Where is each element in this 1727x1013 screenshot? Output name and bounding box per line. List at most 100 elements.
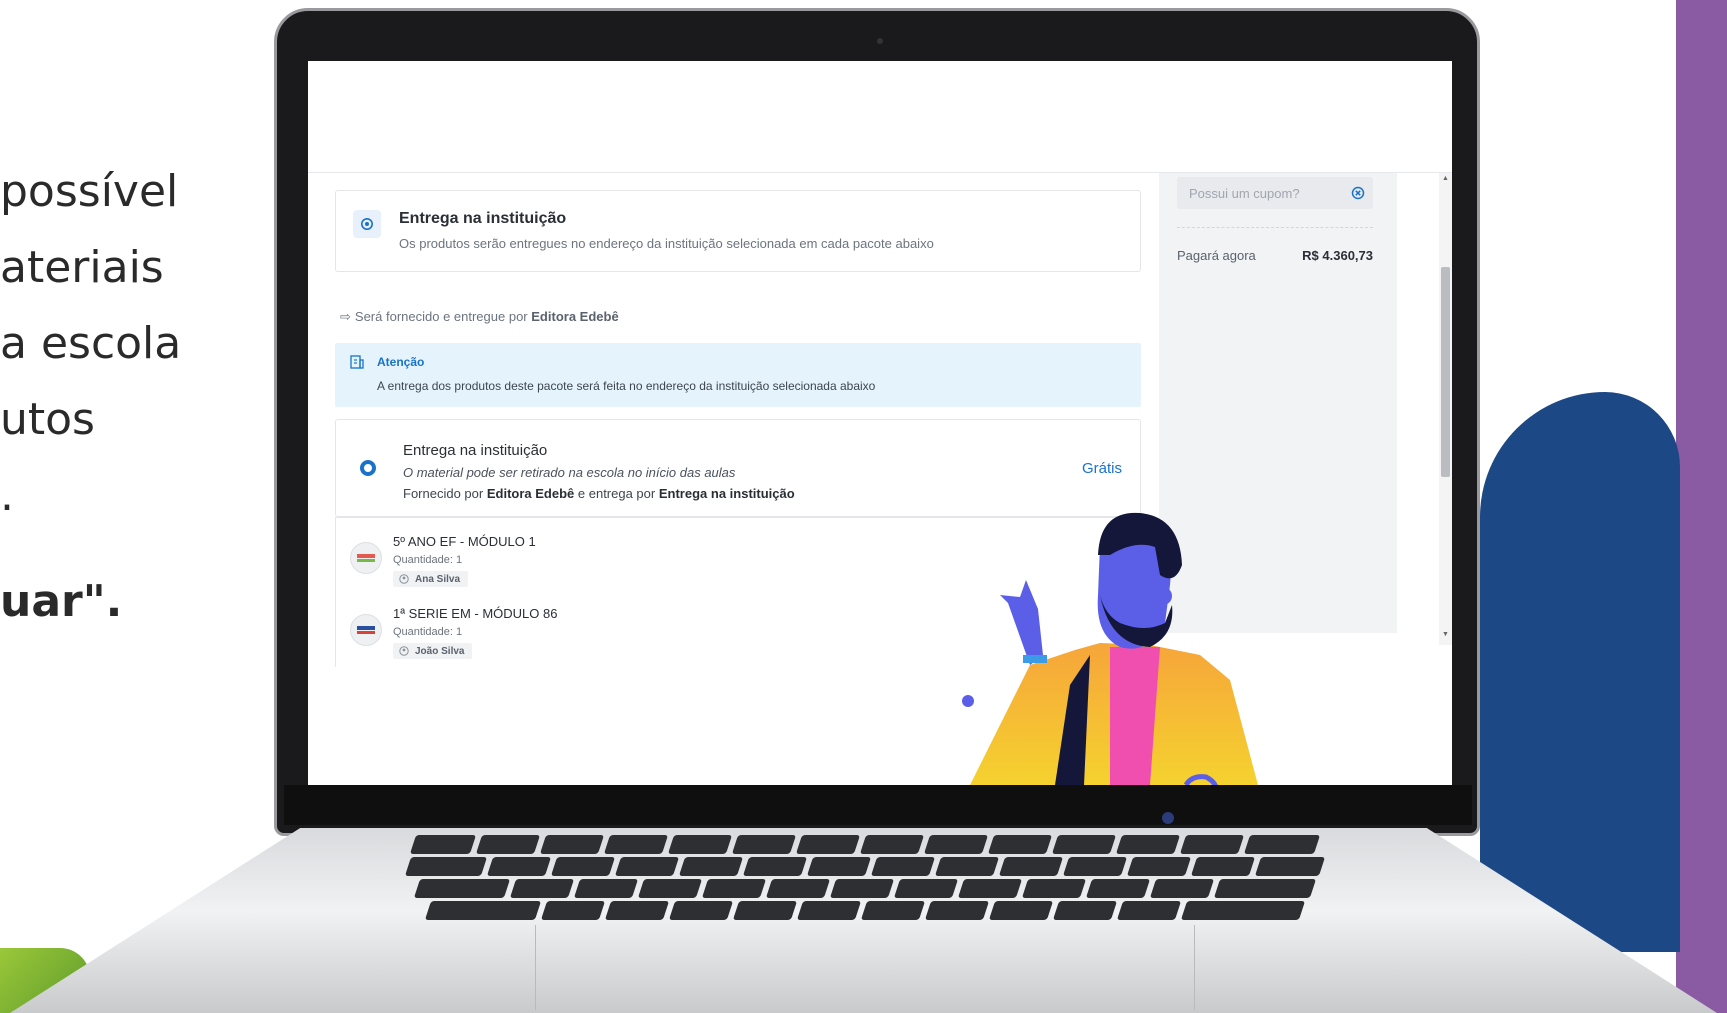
item-quantity: Quantidade: 1 xyxy=(393,626,463,638)
purple-background-strip xyxy=(1676,0,1727,1013)
keyboard-key xyxy=(1213,879,1317,898)
keyboard-key xyxy=(637,879,703,898)
student-badge: João Silva xyxy=(393,643,473,659)
pay-now-value: R$ 4.360,73 xyxy=(1302,248,1373,263)
keyboard-key xyxy=(1126,857,1192,876)
key-row xyxy=(180,901,1550,920)
option-title: Entrega na instituição xyxy=(403,442,548,459)
keyboard-key xyxy=(988,901,1054,920)
side-text-line-4: utos xyxy=(0,394,95,445)
item-name: 5º ANO EF - MÓDULO 1 xyxy=(393,534,536,549)
alert-title: Atenção xyxy=(377,355,425,369)
keyboard-key xyxy=(603,835,669,854)
keyboard-key xyxy=(795,835,861,854)
keyboard-key xyxy=(409,835,477,854)
option-supplier: Editora Edebê xyxy=(486,486,575,501)
keyboard-key xyxy=(870,857,936,876)
item-name: 1ª SERIE EM - MÓDULO 86 xyxy=(393,606,558,621)
keyboard-key xyxy=(1021,879,1087,898)
keyboard-key xyxy=(1179,835,1245,854)
keyboard-key xyxy=(1254,857,1326,876)
keyboard-key xyxy=(509,879,575,898)
keyboard-key xyxy=(424,901,542,920)
keyboard-key xyxy=(540,901,606,920)
keyboard-key xyxy=(1085,879,1151,898)
keyboard-key xyxy=(1051,835,1117,854)
key-row xyxy=(180,857,1550,876)
delivery-subtitle: Os produtos serão entregues no endereço … xyxy=(399,236,934,251)
alert-text: A entrega dos produtos deste pacote será… xyxy=(377,379,876,393)
keyboard-key xyxy=(614,857,680,876)
keyboard-key xyxy=(1243,835,1321,854)
arrow-right-icon: ⇨ xyxy=(340,309,351,324)
keyboard-key xyxy=(859,835,925,854)
side-text-line-1: possível xyxy=(0,166,179,217)
supplier-name: Editora Edebê xyxy=(531,309,619,324)
summary-divider xyxy=(1177,227,1373,228)
scroll-thumb[interactable] xyxy=(1441,267,1450,477)
laptop-bezel xyxy=(284,785,1472,825)
side-text-line-5: . xyxy=(0,470,14,521)
keyboard-key xyxy=(806,857,872,876)
keyboard-key xyxy=(678,857,744,876)
keyboard-key xyxy=(1190,857,1256,876)
delivery-title: Entrega na instituição xyxy=(399,210,567,227)
keyboard-key xyxy=(1180,901,1306,920)
bezel-dot xyxy=(1162,812,1174,824)
keyboard-key xyxy=(1052,901,1118,920)
keyboard-key xyxy=(486,857,552,876)
option-line-prefix: Fornecido por xyxy=(403,486,484,501)
option-line-middle: e entrega por xyxy=(577,486,656,501)
keyboard-key xyxy=(957,879,1023,898)
keyboard-key xyxy=(732,901,798,920)
attention-alert: Atenção A entrega dos produtos deste pac… xyxy=(335,343,1141,407)
keyboard-key xyxy=(1115,835,1181,854)
keyboard-key xyxy=(701,879,767,898)
keyboard-key xyxy=(923,835,989,854)
keyboard-key xyxy=(998,857,1064,876)
supplier-line: ⇨ Será fornecido e entregue por Editora E… xyxy=(340,309,619,325)
keyboard-key xyxy=(667,835,733,854)
option-supplier-line: Fornecido por Editora Edebê e entrega po… xyxy=(403,486,795,501)
radio-selected-icon[interactable] xyxy=(360,460,376,476)
keyboard-key xyxy=(1149,879,1215,898)
keyboard-key xyxy=(539,835,605,854)
pay-now-label: Pagará agora xyxy=(1177,248,1256,263)
keyboard-key xyxy=(413,879,511,898)
item-quantity: Quantidade: 1 xyxy=(393,554,463,566)
location-pin-icon xyxy=(353,210,381,238)
option-price: Grátis xyxy=(1081,460,1122,477)
supplier-prefix: Será fornecido e entregue por xyxy=(354,309,528,324)
keyboard-key xyxy=(796,901,862,920)
keyboard-key xyxy=(742,857,808,876)
side-text-line-3: a escola xyxy=(0,318,182,369)
scroll-up-arrow-icon[interactable]: ▲ xyxy=(1442,175,1449,182)
keyboard-key xyxy=(829,879,895,898)
keyboard-key xyxy=(550,857,616,876)
student-name: João Silva xyxy=(415,645,465,657)
close-circle-icon[interactable] xyxy=(1351,186,1365,200)
coupon-input[interactable] xyxy=(1177,177,1373,209)
laptop-trackpad xyxy=(535,925,1195,1010)
option-method: Entrega na instituição xyxy=(658,486,795,501)
key-row xyxy=(180,835,1550,854)
keyboard-key xyxy=(475,835,541,854)
alert-building-icon xyxy=(350,355,364,369)
keyboard-key xyxy=(1062,857,1128,876)
laptop-camera xyxy=(877,38,883,44)
key-row xyxy=(180,879,1550,898)
option-note: O material pode ser retirado na escola n… xyxy=(403,465,736,480)
student-badge: Ana Silva xyxy=(393,571,469,587)
product-thumbnail xyxy=(350,542,382,574)
delivery-option-card[interactable]: Entrega na instituição O material pode s… xyxy=(335,419,1141,517)
keyboard-key xyxy=(934,857,1000,876)
scrollbar[interactable]: ▲ ▼ xyxy=(1439,173,1452,645)
scroll-down-arrow-icon[interactable]: ▼ xyxy=(1442,631,1449,638)
keyboard-key xyxy=(860,901,926,920)
keyboard-key xyxy=(731,835,797,854)
laptop-keyboard xyxy=(180,835,1550,925)
keyboard-key xyxy=(924,901,990,920)
keyboard-key xyxy=(987,835,1053,854)
stage: possível ateriais a escola utos . uar". … xyxy=(0,0,1727,1013)
product-thumbnail xyxy=(350,614,382,646)
